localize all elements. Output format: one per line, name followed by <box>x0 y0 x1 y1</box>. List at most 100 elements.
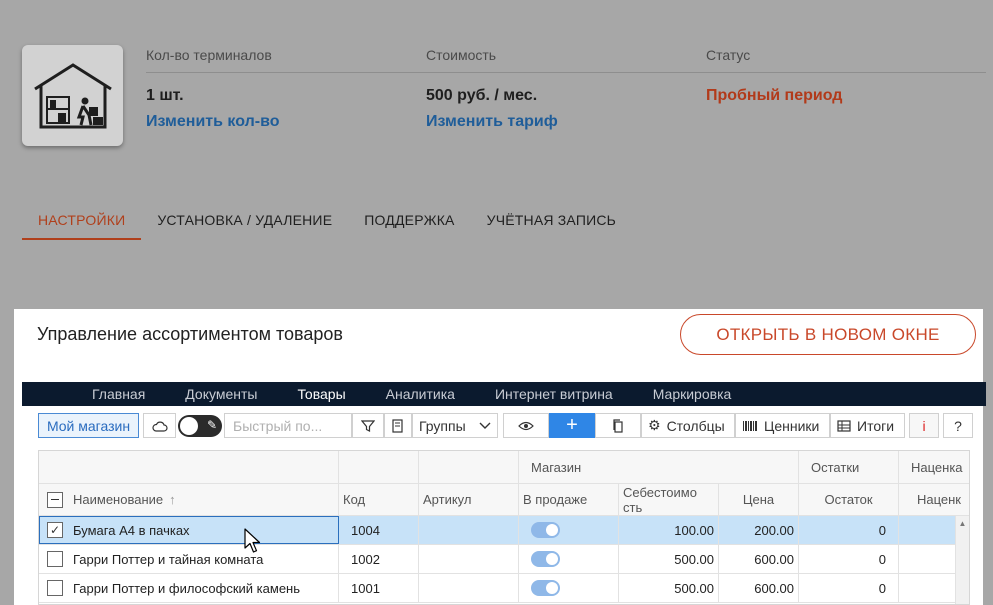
panel-title: Управление ассортиментом товаров <box>37 324 343 344</box>
nav-online-store[interactable]: Интернет витрина <box>475 386 633 402</box>
table-icon <box>837 419 851 432</box>
price-tags-button[interactable]: Ценники <box>735 413 830 438</box>
group-header-markup: Наценка <box>911 459 963 475</box>
terminals-label: Кол-во терминалов <box>146 47 272 63</box>
table-row[interactable]: Гарри Поттер и тайная комната 1002 500.0… <box>39 545 969 574</box>
header-empty <box>39 451 339 483</box>
table-row[interactable]: ✓ Бумага А4 в пачках 1004 100.00 200.00 … <box>39 516 969 545</box>
cell-price[interactable]: 600.00 <box>719 545 799 573</box>
change-terminals-link[interactable]: Изменить кол-во <box>146 112 279 132</box>
row-checkbox[interactable] <box>47 551 63 567</box>
product-name: Гарри Поттер и философский камень <box>73 580 301 596</box>
quick-search-input[interactable]: Быстрый по... <box>224 413 352 438</box>
groups-dropdown[interactable]: Группы <box>412 413 498 438</box>
add-item-button[interactable]: + <box>549 413 595 438</box>
nav-documents[interactable]: Документы <box>165 386 277 402</box>
nav-goods[interactable]: Товары <box>277 386 365 402</box>
cell-cost[interactable]: 500.00 <box>619 545 719 573</box>
store-select-button[interactable]: Мой магазин <box>38 413 139 438</box>
header-code[interactable]: Код <box>339 484 419 515</box>
assortment-panel: Управление ассортиментом товаров ОТКРЫТЬ… <box>14 309 986 605</box>
filter-button[interactable] <box>352 413 384 438</box>
groups-label: Группы <box>419 417 466 434</box>
status-value: Пробный период <box>706 87 843 104</box>
cell-article[interactable] <box>419 516 519 544</box>
view-button[interactable] <box>503 413 549 438</box>
cost-label: Стоимость <box>426 47 497 63</box>
on-sale-switch[interactable] <box>531 551 560 567</box>
scroll-up-icon[interactable]: ▲ <box>956 519 969 528</box>
group-header-stock: Остатки <box>799 451 899 483</box>
product-name: Гарри Поттер и тайная комната <box>73 551 264 567</box>
terminals-block: Кол-во терминалов 1 шт. Изменить кол-во <box>146 45 279 132</box>
select-all-checkbox[interactable] <box>47 491 63 508</box>
cell-code[interactable]: 1004 <box>339 516 419 544</box>
header-article[interactable]: Артикул <box>419 484 519 515</box>
header-name[interactable]: Наименование ↑ <box>39 484 339 515</box>
cell-on-sale[interactable] <box>519 574 619 602</box>
header-price[interactable]: Цена <box>719 484 799 515</box>
cell-price[interactable]: 600.00 <box>719 574 799 602</box>
warehouse-app-icon <box>22 45 123 146</box>
tab-account[interactable]: УЧЁТНАЯ ЗАПИСЬ <box>471 208 632 240</box>
cost-value: 500 руб. / мес. <box>426 87 538 104</box>
settings-tabs: НАСТРОЙКИ УСТАНОВКА / УДАЛЕНИЕ ПОДДЕРЖКА… <box>22 208 632 240</box>
header-markup[interactable]: Наценк <box>899 484 969 515</box>
warehouse-icon <box>33 62 112 128</box>
copy-button[interactable] <box>595 413 641 438</box>
table-row[interactable]: Гарри Поттер и философский камень 1001 5… <box>39 574 969 603</box>
cell-on-sale[interactable] <box>519 516 619 544</box>
header-name-label: Наименование <box>73 492 164 507</box>
cell-name[interactable]: ✓ Бумага А4 в пачках <box>39 516 339 544</box>
totals-button[interactable]: Итоги <box>830 413 905 438</box>
plus-icon: + <box>566 414 578 436</box>
header-empty <box>339 451 419 483</box>
edit-icon: ✎ <box>206 417 217 432</box>
toolbar: Мой магазин ✎ Быстрый по... Группы + ⚙ С… <box>38 413 973 438</box>
on-sale-switch[interactable] <box>531 580 560 596</box>
status-block: Статус Пробный период <box>706 45 842 106</box>
header-on-sale[interactable]: В продаже <box>519 484 619 515</box>
cell-article[interactable] <box>419 545 519 573</box>
cloud-button[interactable] <box>143 413 176 438</box>
cloud-icon <box>151 421 168 432</box>
row-checkbox[interactable] <box>47 580 63 596</box>
cell-on-sale[interactable] <box>519 545 619 573</box>
info-button[interactable]: i <box>909 413 939 438</box>
open-in-new-window-button[interactable]: ОТКРЫТЬ В НОВОМ ОКНЕ <box>680 314 976 355</box>
nav-home[interactable]: Главная <box>72 386 165 402</box>
cell-cost[interactable]: 500.00 <box>619 574 719 602</box>
sort-asc-icon: ↑ <box>169 492 176 507</box>
tab-settings[interactable]: НАСТРОЙКИ <box>22 208 142 240</box>
change-tariff-link[interactable]: Изменить тариф <box>426 112 558 132</box>
copy-icon <box>613 418 623 433</box>
cell-remainder[interactable]: 0 <box>799 574 899 602</box>
cell-article[interactable] <box>419 574 519 602</box>
edit-mode-toggle[interactable]: ✎ <box>178 414 222 437</box>
header-cost[interactable]: Себестоимо сть <box>619 484 719 515</box>
grid-vertical-scrollbar[interactable]: ▲ <box>955 516 969 604</box>
mouse-cursor-icon <box>244 528 261 553</box>
tab-support[interactable]: ПОДДЕРЖКА <box>348 208 470 240</box>
cell-code[interactable]: 1002 <box>339 545 419 573</box>
nav-labeling[interactable]: Маркировка <box>633 386 752 402</box>
chevron-down-icon <box>479 422 491 429</box>
cell-name[interactable]: Гарри Поттер и философский камень <box>39 574 339 602</box>
row-checkbox[interactable]: ✓ <box>47 522 63 538</box>
columns-label: Столбцы <box>666 417 725 434</box>
on-sale-switch[interactable] <box>531 522 560 538</box>
nav-analytics[interactable]: Аналитика <box>366 386 475 402</box>
cell-name[interactable]: Гарри Поттер и тайная комната <box>39 545 339 573</box>
gear-icon: ⚙ <box>648 417 661 433</box>
cell-remainder[interactable]: 0 <box>799 545 899 573</box>
header-remainder[interactable]: Остаток <box>799 484 899 515</box>
cell-code[interactable]: 1001 <box>339 574 419 602</box>
columns-button[interactable]: ⚙ Столбцы <box>641 413 735 438</box>
cell-cost[interactable]: 100.00 <box>619 516 719 544</box>
cell-remainder[interactable]: 0 <box>799 516 899 544</box>
help-button[interactable]: ? <box>943 413 973 438</box>
app-nav: Главная Документы Товары Аналитика Интер… <box>22 382 986 406</box>
cell-price[interactable]: 200.00 <box>719 516 799 544</box>
tab-install[interactable]: УСТАНОВКА / УДАЛЕНИЕ <box>141 208 348 240</box>
report-button[interactable] <box>384 413 412 438</box>
